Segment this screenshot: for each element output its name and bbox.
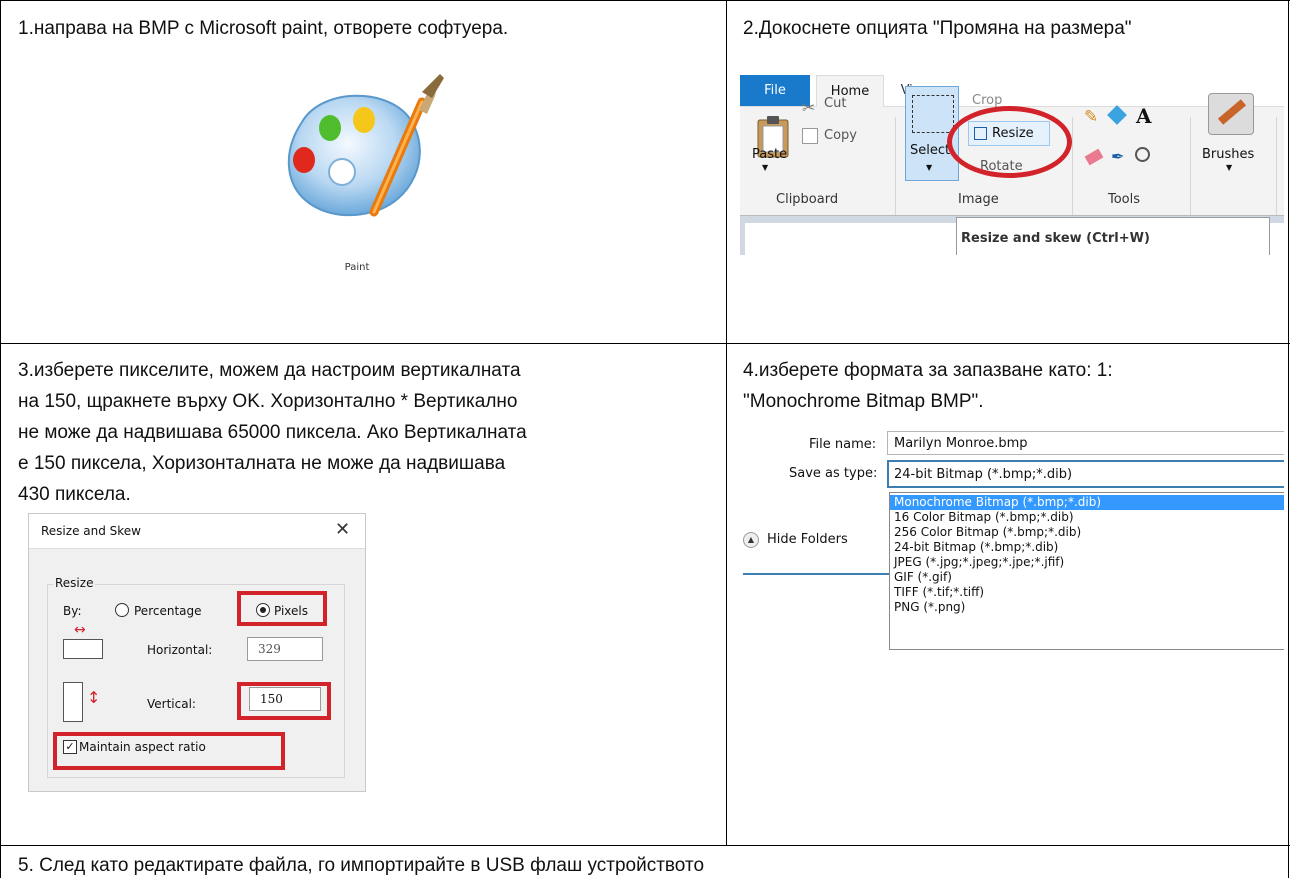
vertical-label: Vertical: [147,697,196,711]
ribbon-tabbar: File Home View [740,75,1284,107]
horizontal-input[interactable]: 329 [247,637,323,661]
text-icon[interactable]: A [1136,104,1152,128]
fill-icon[interactable] [1107,105,1127,125]
resize-highlight [947,106,1072,178]
cut-button[interactable]: Cut [824,96,846,111]
paste-button[interactable]: Paste [752,147,787,162]
palette-icon [287,74,444,217]
dropdown-option[interactable]: 256 Color Bitmap (*.bmp;*.dib) [890,525,1284,540]
resize-skew-dialog: Resize and Skew ✕ Resize By: Percentage … [28,513,366,792]
pixels-highlight [237,591,327,626]
hide-folders-label: Hide Folders [767,532,848,547]
dropdown-option[interactable]: 24-bit Bitmap (*.bmp;*.dib) [890,540,1284,555]
scissors-icon: ✂ [802,98,816,117]
step3-line: на 150, щракнете върху OK. Хоризонтално … [18,391,518,412]
vertical-box-icon [63,682,83,722]
file-name-label: File name: [809,437,877,452]
image-group-label: Image [958,192,999,207]
grid-line [0,343,1290,344]
save-as-value: 24-bit Bitmap (*.bmp;*.dib) [894,467,1073,482]
horizontal-label: Horizontal: [147,643,213,657]
copy-icon [802,128,818,144]
step3-text: 3.изберете пикселите, можем да настроим … [18,355,527,510]
percentage-radio[interactable] [115,603,129,617]
tooltip-text: Resize and skew (Ctrl+W) [961,231,1150,246]
select-label: Select [910,143,951,158]
dialog-title: Resize and Skew [41,524,141,538]
color-picker-icon[interactable]: ✒ [1111,147,1124,166]
step4-line: "Monochrome Bitmap BMP". [743,391,984,412]
horizontal-box-icon [63,639,103,659]
resize-group-label: Resize [53,576,96,590]
save-dialog: File name: Marilyn Monroe.bmp Save as ty… [743,422,1284,662]
paint-caption: Paint [344,262,370,273]
select-rect-icon [912,95,954,133]
dropdown-option[interactable]: 16 Color Bitmap (*.bmp;*.dib) [890,510,1284,525]
dropdown-option[interactable]: PNG (*.png) [890,600,1284,615]
file-name-value: Marilyn Monroe.bmp [894,436,1028,451]
close-icon[interactable]: ✕ [335,519,350,540]
maintain-highlight [53,732,285,770]
vertical-arrow-icon: ↕ [87,688,101,707]
horizontal-arrow-icon: ↔ [74,622,86,638]
chevron-down-icon: ▼ [926,163,933,172]
pencil-icon[interactable]: ✎ [1084,107,1098,127]
grid-line [0,0,1,878]
step1-text: 1.направа на BMP с Microsoft paint, отво… [18,18,509,39]
horizontal-value: 329 [258,642,281,656]
copy-button[interactable]: Copy [824,128,857,143]
step3-line: 430 пиксела. [18,484,131,505]
save-as-label: Save as type: [789,466,878,481]
save-as-select[interactable]: 24-bit Bitmap (*.bmp;*.dib) [887,460,1284,488]
paint-logo: Paint [262,62,452,273]
grid-line [0,845,1290,846]
tooltip: Resize and skew (Ctrl+W) [956,217,1270,255]
step4-line: 4.изберете формата за запазване като: 1: [743,360,1113,381]
dropdown-option[interactable]: Monochrome Bitmap (*.bmp;*.dib) [890,495,1284,510]
grid-line [1288,0,1289,878]
step4-text: 4.изберете формата за запазване като: 1:… [743,355,1113,417]
brush-icon [1208,93,1254,135]
chevron-down-icon: ▼ [1226,163,1233,172]
dropdown-option[interactable]: JPEG (*.jpg;*.jpeg;*.jpe;*.jfif) [890,555,1284,570]
eraser-icon[interactable] [1084,148,1104,166]
grid-line [726,0,727,845]
dropdown-option[interactable]: TIFF (*.tif;*.tiff) [890,585,1284,600]
brushes-button[interactable]: Brushes [1202,147,1254,162]
step3-line: е 150 пиксела, Хоризонталната не може да… [18,453,506,474]
step3-line: не може да надвишава 65000 пиксела. Ако … [18,422,527,443]
tools-group-label: Tools [1108,192,1141,207]
chevron-up-icon: ▲ [743,532,759,548]
vertical-highlight [237,682,331,720]
dropdown-option[interactable]: GIF (*.gif) [890,570,1284,585]
dialog-bottom-line [743,573,889,575]
tab-file[interactable]: File [740,75,810,106]
by-label: By: [63,604,82,618]
file-name-input[interactable]: Marilyn Monroe.bmp [887,431,1284,455]
step5-text: 5. След като редактирате файла, го импор… [18,855,705,876]
clipboard-group-label: Clipboard [776,192,839,207]
dropdown-list: Monochrome Bitmap (*.bmp;*.dib) 16 Color… [889,492,1284,650]
paint-ribbon: File Home View Paste ▼ ✂ Cut Copy Clipbo… [740,75,1284,255]
hide-folders-button[interactable]: ▲ Hide Folders [743,530,883,552]
chevron-down-icon: ▼ [762,163,769,172]
magnifier-icon[interactable] [1135,147,1150,162]
percentage-label: Percentage [134,604,202,618]
dialog-titlebar: Resize and Skew ✕ [29,514,365,549]
grid-line [0,0,1290,1]
step2-text: 2.Докоснете опцията "Промяна на размера" [743,18,1132,39]
step3-line: 3.изберете пикселите, можем да настроим … [18,360,521,381]
